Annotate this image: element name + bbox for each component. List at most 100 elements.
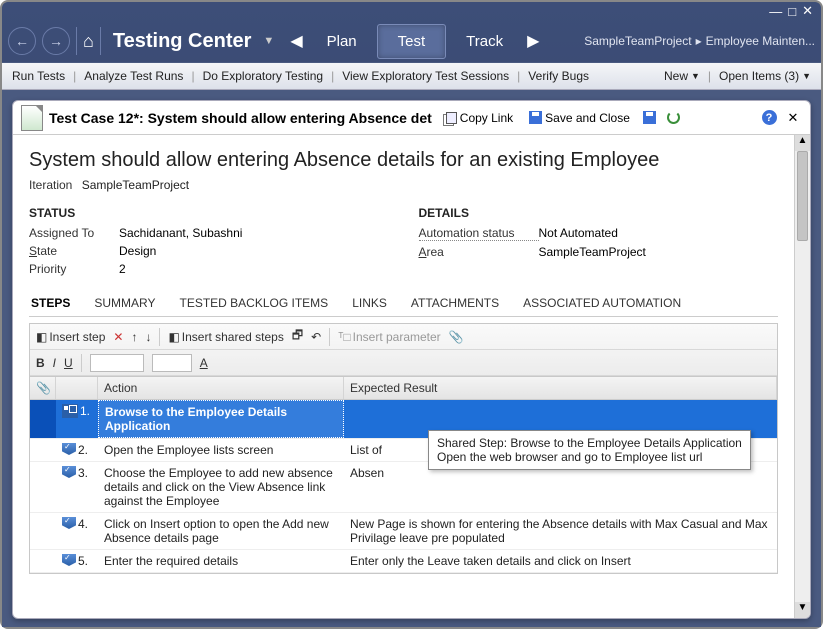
- bold-button[interactable]: B: [36, 356, 45, 370]
- verify-bugs-button[interactable]: Verify Bugs: [528, 69, 589, 83]
- col-expected[interactable]: Expected Result: [344, 377, 777, 399]
- breadcrumb-project[interactable]: SampleTeamProject: [584, 34, 691, 48]
- nav-left-arrow[interactable]: ◀: [286, 31, 306, 51]
- save-and-close-button[interactable]: Save and Close: [524, 108, 635, 128]
- step-action[interactable]: Choose the Employee to add new absence d…: [98, 462, 344, 512]
- forward-button[interactable]: →: [42, 27, 70, 55]
- new-button[interactable]: New ▼: [664, 69, 700, 83]
- attach-icon[interactable]: 📎: [449, 330, 464, 344]
- steps-toolbar: ◧ Insert step ✕ ↑ ↓ ◧ Insert shared step…: [29, 323, 778, 377]
- refresh-icon: [667, 111, 680, 124]
- font-family-input[interactable]: [90, 354, 144, 372]
- run-tests-button[interactable]: Run Tests: [12, 69, 65, 83]
- tab-test[interactable]: Test: [377, 24, 447, 59]
- assigned-to-value[interactable]: Sachidanant, Subashni: [119, 226, 242, 240]
- underline-button[interactable]: U: [64, 356, 73, 370]
- area-label: Area: [419, 245, 539, 259]
- close-button[interactable]: ✕: [802, 3, 813, 19]
- help-button[interactable]: ?: [760, 109, 778, 127]
- close-panel-button[interactable]: ✕: [784, 109, 802, 127]
- step-action[interactable]: Open the Employee lists screen: [98, 439, 344, 461]
- open-shared-icon[interactable]: 🗗: [292, 326, 303, 347]
- step-action[interactable]: Click on Insert option to open the Add n…: [98, 513, 344, 549]
- analyze-runs-button[interactable]: Analyze Test Runs: [84, 69, 183, 83]
- step-flag-icon: [62, 466, 76, 478]
- testcase-heading: System should allow entering Absence det…: [29, 149, 778, 172]
- state-value[interactable]: Design: [119, 244, 156, 258]
- nav-tabs: ◀ Plan Test Track ▶: [286, 24, 543, 59]
- shared-step-icon: [62, 404, 78, 418]
- tab-backlog[interactable]: TESTED BACKLOG ITEMS: [177, 290, 330, 316]
- minimize-button[interactable]: —: [769, 4, 782, 19]
- breadcrumb-item[interactable]: Employee Mainten...: [706, 34, 815, 48]
- font-color-button[interactable]: A: [200, 356, 208, 370]
- priority-label: Priority: [29, 262, 119, 276]
- move-up-button[interactable]: ↑: [131, 330, 137, 344]
- step-action[interactable]: Enter the required details: [98, 550, 344, 572]
- view-sessions-button[interactable]: View Exploratory Test Sessions: [342, 69, 509, 83]
- step-flag-icon: [62, 554, 76, 566]
- col-number: [56, 377, 98, 399]
- scroll-content: System should allow entering Absence det…: [13, 135, 794, 618]
- save-icon: [529, 111, 542, 124]
- col-attachment-icon[interactable]: 📎: [30, 377, 56, 399]
- area-value[interactable]: SampleTeamProject: [539, 245, 646, 259]
- step-flag-icon: [62, 443, 76, 455]
- priority-value[interactable]: 2: [119, 262, 126, 276]
- step-row[interactable]: 5. Enter the required details Enter only…: [30, 550, 777, 573]
- step-action[interactable]: Browse to the Employee Details Applicati…: [98, 400, 344, 438]
- iteration-label: Iteration: [29, 178, 72, 192]
- top-nav: ← → ⌂ Testing Center ▼ ◀ Plan Test Track…: [2, 20, 821, 62]
- copy-link-button[interactable]: Copy Link: [438, 108, 518, 128]
- tab-track[interactable]: Track: [446, 25, 523, 58]
- undo-button[interactable]: ↶: [311, 330, 321, 344]
- vertical-scrollbar[interactable]: ▲ ▼: [794, 135, 810, 618]
- insert-step-button[interactable]: ◧ Insert step: [36, 330, 105, 344]
- maximize-button[interactable]: □: [788, 4, 796, 19]
- home-icon[interactable]: ⌂: [83, 31, 94, 52]
- tab-plan[interactable]: Plan: [307, 25, 377, 58]
- nav-right-arrow[interactable]: ▶: [523, 31, 543, 51]
- iteration-value[interactable]: SampleTeamProject: [82, 178, 189, 192]
- grid-header: 📎 Action Expected Result: [30, 377, 777, 400]
- step-row[interactable]: 4. Click on Insert option to open the Ad…: [30, 513, 777, 550]
- state-label: State: [29, 244, 119, 258]
- tab-automation[interactable]: ASSOCIATED AUTOMATION: [521, 290, 683, 316]
- refresh-button[interactable]: [665, 109, 683, 127]
- iteration-field: Iteration SampleTeamProject: [29, 178, 778, 192]
- scroll-thumb[interactable]: [797, 151, 808, 241]
- scroll-up-button[interactable]: ▲: [795, 135, 810, 151]
- italic-button[interactable]: I: [53, 356, 56, 370]
- insert-shared-steps-button[interactable]: ◧ Insert shared steps: [168, 330, 283, 344]
- breadcrumb-sep-icon: ▸: [696, 34, 702, 48]
- step-expected[interactable]: Enter only the Leave taken details and c…: [344, 550, 777, 572]
- do-exploratory-button[interactable]: Do Exploratory Testing: [203, 69, 324, 83]
- step-flag-icon: [62, 517, 76, 529]
- section-tabs: STEPS SUMMARY TESTED BACKLOG ITEMS LINKS…: [29, 290, 778, 317]
- automation-status-label: Automation status: [419, 226, 539, 241]
- tooltip-line2: Open the web browser and go to Employee …: [437, 450, 742, 464]
- tab-steps[interactable]: STEPS: [29, 290, 72, 316]
- move-down-button[interactable]: ↓: [145, 330, 151, 344]
- tab-links[interactable]: LINKS: [350, 290, 389, 316]
- step-expected[interactable]: New Page is shown for entering the Absen…: [344, 513, 777, 549]
- test-case-panel: Test Case 12*: System should allow enter…: [12, 100, 811, 619]
- tab-attachments[interactable]: ATTACHMENTS: [409, 290, 501, 316]
- scroll-down-button[interactable]: ▼: [795, 602, 810, 618]
- tab-summary[interactable]: SUMMARY: [92, 290, 157, 316]
- col-action[interactable]: Action: [98, 377, 344, 399]
- details-header: DETAILS: [419, 206, 779, 220]
- font-size-input[interactable]: [152, 354, 192, 372]
- delete-step-button[interactable]: ✕: [113, 330, 123, 344]
- back-button[interactable]: ←: [8, 27, 36, 55]
- open-items-button[interactable]: Open Items (3) ▼: [719, 69, 811, 83]
- breadcrumb: SampleTeamProject ▸ Employee Mainten...: [584, 34, 815, 48]
- panel-body: System should allow entering Absence det…: [13, 135, 810, 618]
- insert-parameter-button[interactable]: ᵀ□ Insert parameter: [338, 330, 441, 344]
- help-icon: ?: [762, 110, 777, 125]
- app-dropdown-icon[interactable]: ▼: [263, 35, 274, 47]
- automation-status-value[interactable]: Not Automated: [539, 226, 618, 241]
- steps-grid: 📎 Action Expected Result 1. Browse to th…: [29, 377, 778, 574]
- app-title[interactable]: Testing Center: [113, 30, 252, 53]
- save-button[interactable]: [641, 109, 659, 127]
